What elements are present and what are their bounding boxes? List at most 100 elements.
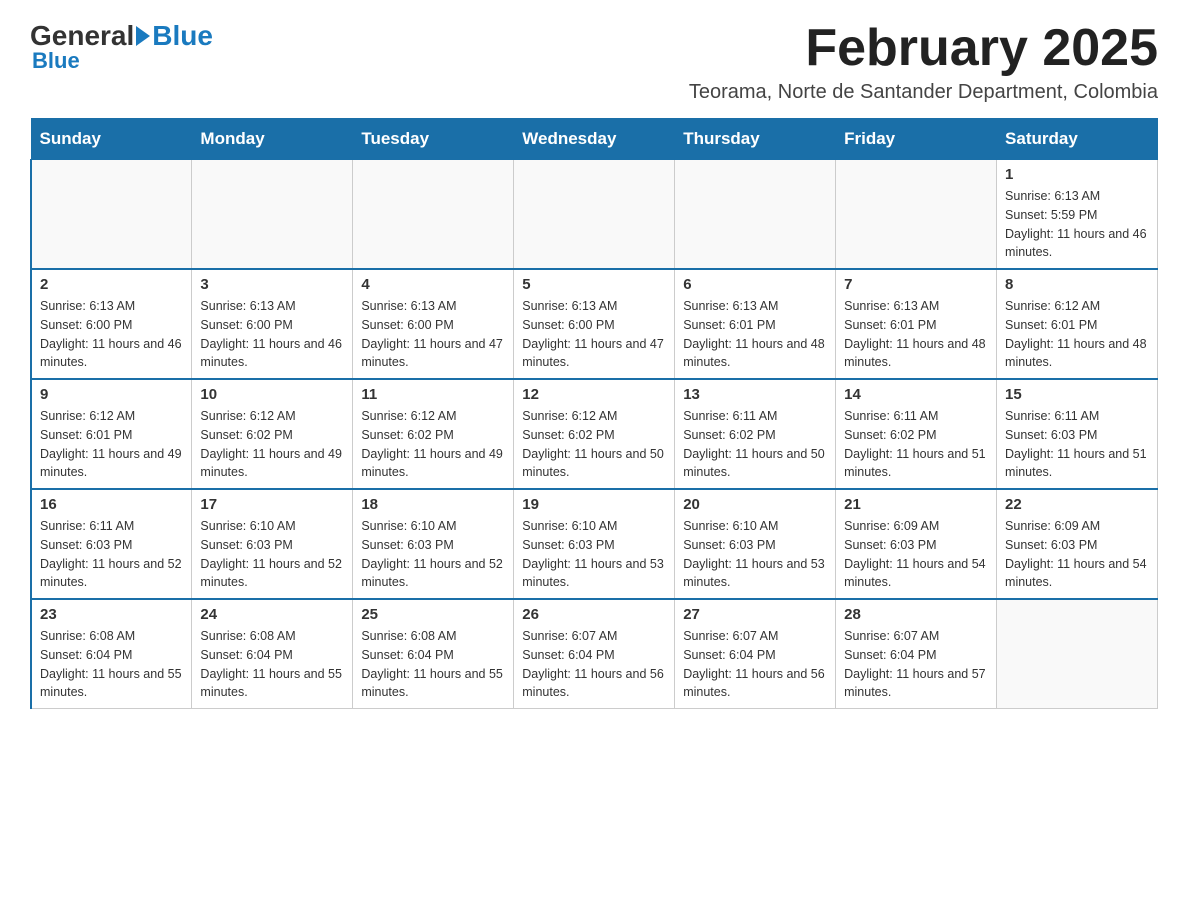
day-info: Sunrise: 6:11 AMSunset: 6:03 PMDaylight:… xyxy=(40,517,183,592)
col-monday: Monday xyxy=(192,119,353,160)
table-row: 3 Sunrise: 6:13 AMSunset: 6:00 PMDaylight… xyxy=(192,269,353,379)
table-row xyxy=(514,160,675,270)
day-number: 25 xyxy=(361,606,505,623)
table-row: 5 Sunrise: 6:13 AMSunset: 6:00 PMDaylight… xyxy=(514,269,675,379)
day-number: 27 xyxy=(683,606,827,623)
day-number: 11 xyxy=(361,386,505,403)
day-number: 3 xyxy=(200,276,344,293)
day-number: 23 xyxy=(40,606,183,623)
location-title: Teorama, Norte de Santander Department, … xyxy=(689,81,1158,104)
table-row xyxy=(675,160,836,270)
day-info: Sunrise: 6:10 AMSunset: 6:03 PMDaylight:… xyxy=(200,517,344,592)
day-info: Sunrise: 6:10 AMSunset: 6:03 PMDaylight:… xyxy=(522,517,666,592)
day-number: 13 xyxy=(683,386,827,403)
day-number: 6 xyxy=(683,276,827,293)
table-row xyxy=(192,160,353,270)
day-info: Sunrise: 6:10 AMSunset: 6:03 PMDaylight:… xyxy=(683,517,827,592)
table-row: 7Sunrise: 6:13 AMSunset: 6:01 PMDaylight… xyxy=(836,269,997,379)
day-info: Sunrise: 6:08 AMSunset: 6:04 PMDaylight:… xyxy=(40,627,183,702)
header-row: Sunday Monday Tuesday Wednesday Thursday… xyxy=(31,119,1158,160)
table-row: 27 Sunrise: 6:07 AMSunset: 6:04 PMDayligh… xyxy=(675,599,836,709)
day-number: 18 xyxy=(361,496,505,513)
day-number: 2 xyxy=(40,276,183,293)
col-wednesday: Wednesday xyxy=(514,119,675,160)
page: General Blue Blue February 2025 Teorama,… xyxy=(0,0,1188,729)
table-row: 20 Sunrise: 6:10 AMSunset: 6:03 PMDayligh… xyxy=(675,489,836,599)
logo-arrow-icon xyxy=(136,26,150,46)
table-row xyxy=(31,160,192,270)
table-row: 23 Sunrise: 6:08 AMSunset: 6:04 PMDayligh… xyxy=(31,599,192,709)
day-info: Sunrise: 6:13 AMSunset: 6:00 PMDaylight:… xyxy=(361,297,505,372)
logo: General Blue Blue xyxy=(30,20,213,74)
month-title: February 2025 xyxy=(689,20,1158,77)
day-number: 12 xyxy=(522,386,666,403)
table-row: 9 Sunrise: 6:12 AMSunset: 6:01 PMDaylight… xyxy=(31,379,192,489)
day-info: Sunrise: 6:13 AMSunset: 6:01 PMDaylight:… xyxy=(683,297,827,372)
day-number: 22 xyxy=(1005,496,1149,513)
table-row: 1Sunrise: 6:13 AMSunset: 5:59 PMDaylight… xyxy=(997,160,1158,270)
day-info: Sunrise: 6:13 AMSunset: 6:01 PMDaylight:… xyxy=(844,297,988,372)
table-row xyxy=(836,160,997,270)
day-info: Sunrise: 6:09 AMSunset: 6:03 PMDaylight:… xyxy=(844,517,988,592)
day-number: 28 xyxy=(844,606,988,623)
week-row-4: 16 Sunrise: 6:11 AMSunset: 6:03 PMDayligh… xyxy=(31,489,1158,599)
day-info: Sunrise: 6:10 AMSunset: 6:03 PMDaylight:… xyxy=(361,517,505,592)
table-row: 12 Sunrise: 6:12 AMSunset: 6:02 PMDayligh… xyxy=(514,379,675,489)
table-row: 8 Sunrise: 6:12 AMSunset: 6:01 PMDaylight… xyxy=(997,269,1158,379)
day-info: Sunrise: 6:11 AMSunset: 6:02 PMDaylight:… xyxy=(683,407,827,482)
day-number: 16 xyxy=(40,496,183,513)
day-info: Sunrise: 6:08 AMSunset: 6:04 PMDaylight:… xyxy=(361,627,505,702)
day-info: Sunrise: 6:11 AMSunset: 6:03 PMDaylight:… xyxy=(1005,407,1149,482)
day-info: Sunrise: 6:07 AMSunset: 6:04 PMDaylight:… xyxy=(683,627,827,702)
logo-blue-text: Blue xyxy=(152,20,213,52)
table-row: 25 Sunrise: 6:08 AMSunset: 6:04 PMDayligh… xyxy=(353,599,514,709)
day-info: Sunrise: 6:13 AMSunset: 6:00 PMDaylight:… xyxy=(200,297,344,372)
day-number: 24 xyxy=(200,606,344,623)
day-number: 20 xyxy=(683,496,827,513)
day-number: 21 xyxy=(844,496,988,513)
day-number: 9 xyxy=(40,386,183,403)
day-number: 15 xyxy=(1005,386,1149,403)
table-row: 2 Sunrise: 6:13 AMSunset: 6:00 PMDaylight… xyxy=(31,269,192,379)
table-row: 21 Sunrise: 6:09 AMSunset: 6:03 PMDayligh… xyxy=(836,489,997,599)
day-number: 17 xyxy=(200,496,344,513)
day-number: 4 xyxy=(361,276,505,293)
table-row: 26 Sunrise: 6:07 AMSunset: 6:04 PMDayligh… xyxy=(514,599,675,709)
table-row: 24 Sunrise: 6:08 AMSunset: 6:04 PMDayligh… xyxy=(192,599,353,709)
week-row-2: 2 Sunrise: 6:13 AMSunset: 6:00 PMDaylight… xyxy=(31,269,1158,379)
day-info: Sunrise: 6:12 AMSunset: 6:01 PMDaylight:… xyxy=(1005,297,1149,372)
table-row: 6 Sunrise: 6:13 AMSunset: 6:01 PMDaylight… xyxy=(675,269,836,379)
table-row xyxy=(997,599,1158,709)
col-sunday: Sunday xyxy=(31,119,192,160)
table-row: 15 Sunrise: 6:11 AMSunset: 6:03 PMDayligh… xyxy=(997,379,1158,489)
day-info: Sunrise: 6:07 AMSunset: 6:04 PMDaylight:… xyxy=(844,627,988,702)
table-row: 14 Sunrise: 6:11 AMSunset: 6:02 PMDayligh… xyxy=(836,379,997,489)
day-info: Sunrise: 6:08 AMSunset: 6:04 PMDaylight:… xyxy=(200,627,344,702)
day-info: Sunrise: 6:13 AMSunset: 6:00 PMDaylight:… xyxy=(522,297,666,372)
day-number: 5 xyxy=(522,276,666,293)
header: General Blue Blue February 2025 Teorama,… xyxy=(30,20,1158,104)
day-info: Sunrise: 6:12 AMSunset: 6:02 PMDaylight:… xyxy=(200,407,344,482)
table-row: 18 Sunrise: 6:10 AMSunset: 6:03 PMDayligh… xyxy=(353,489,514,599)
table-row: 22Sunrise: 6:09 AMSunset: 6:03 PMDayligh… xyxy=(997,489,1158,599)
day-info: Sunrise: 6:13 AMSunset: 6:00 PMDaylight:… xyxy=(40,297,183,372)
day-number: 14 xyxy=(844,386,988,403)
table-row: 13 Sunrise: 6:11 AMSunset: 6:02 PMDayligh… xyxy=(675,379,836,489)
day-info: Sunrise: 6:12 AMSunset: 6:02 PMDaylight:… xyxy=(522,407,666,482)
col-thursday: Thursday xyxy=(675,119,836,160)
col-friday: Friday xyxy=(836,119,997,160)
table-row xyxy=(353,160,514,270)
table-row: 10Sunrise: 6:12 AMSunset: 6:02 PMDayligh… xyxy=(192,379,353,489)
day-number: 19 xyxy=(522,496,666,513)
table-row: 28 Sunrise: 6:07 AMSunset: 6:04 PMDayligh… xyxy=(836,599,997,709)
week-row-5: 23 Sunrise: 6:08 AMSunset: 6:04 PMDayligh… xyxy=(31,599,1158,709)
day-info: Sunrise: 6:07 AMSunset: 6:04 PMDaylight:… xyxy=(522,627,666,702)
table-row: 19 Sunrise: 6:10 AMSunset: 6:03 PMDayligh… xyxy=(514,489,675,599)
week-row-1: 1Sunrise: 6:13 AMSunset: 5:59 PMDaylight… xyxy=(31,160,1158,270)
day-number: 8 xyxy=(1005,276,1149,293)
day-number: 26 xyxy=(522,606,666,623)
title-block: February 2025 Teorama, Norte de Santande… xyxy=(689,20,1158,104)
day-info: Sunrise: 6:12 AMSunset: 6:01 PMDaylight:… xyxy=(40,407,183,482)
day-info: Sunrise: 6:12 AMSunset: 6:02 PMDaylight:… xyxy=(361,407,505,482)
day-info: Sunrise: 6:11 AMSunset: 6:02 PMDaylight:… xyxy=(844,407,988,482)
